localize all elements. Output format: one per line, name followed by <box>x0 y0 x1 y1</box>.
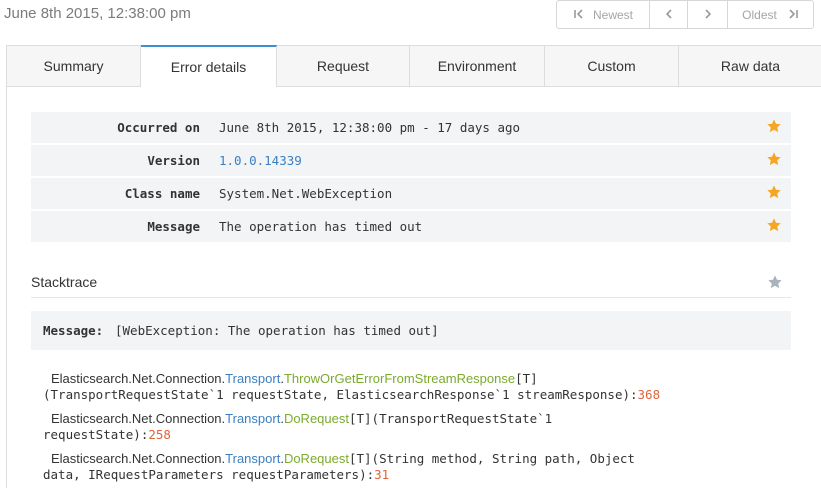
top-bar: June 8th 2015, 12:38:00 pm Newest Oldest <box>0 0 821 44</box>
detail-value: System.Net.WebException <box>219 186 393 201</box>
frame-method: DoRequest <box>283 411 349 426</box>
detail-row-class-name: Class name System.Net.WebException <box>31 178 791 209</box>
stacktrace-message: Message: [WebException: The operation ha… <box>31 311 791 350</box>
star-icon[interactable] <box>766 118 782 134</box>
star-icon[interactable] <box>767 274 783 290</box>
chevron-right-icon <box>702 7 714 23</box>
detail-label: Class name <box>124 186 200 201</box>
stacktrace-title: Stacktrace <box>31 274 98 290</box>
frame-namespace: Elasticsearch.Net.Connection. <box>51 371 226 386</box>
frame-generic: [T](String method, String path, Object <box>348 451 635 466</box>
oldest-button[interactable]: Oldest <box>728 1 813 28</box>
stack-frame: Elasticsearch.Net.Connection.Transport.T… <box>43 371 783 403</box>
frame-class: Transport <box>225 411 281 426</box>
chevron-left-icon <box>663 7 675 23</box>
pager: Newest Oldest <box>556 0 814 29</box>
frame-generic: [T](TransportRequestState`1 <box>348 411 553 426</box>
frame-namespace: Elasticsearch.Net.Connection. <box>51 451 226 466</box>
tab-custom[interactable]: Custom <box>545 46 679 86</box>
tab-error-details[interactable]: Error details <box>141 45 277 87</box>
frame-namespace: Elasticsearch.Net.Connection. <box>51 411 226 426</box>
frame-line-number: 258 <box>148 427 171 442</box>
event-date: June 8th 2015, 12:38:00 pm <box>4 5 191 22</box>
detail-label: Version <box>147 153 200 168</box>
detail-value: The operation has timed out <box>219 219 423 234</box>
tab-summary[interactable]: Summary <box>7 46 141 86</box>
next-button[interactable] <box>688 1 728 28</box>
newest-button[interactable]: Newest <box>557 1 650 28</box>
tab-bar: Summary Error details Request Environmen… <box>7 45 821 87</box>
frame-args: requestState): <box>43 427 149 442</box>
stacktrace-header: Stacktrace <box>31 270 791 298</box>
frame-line-number: 368 <box>637 387 661 402</box>
stack-frame: Elasticsearch.Net.Connection.Transport.D… <box>43 411 783 443</box>
detail-label: Message <box>147 219 200 234</box>
frame-args: data, IRequestParameters requestParamete… <box>43 467 375 482</box>
frame-generic: [T] <box>515 371 538 386</box>
frame-class: Transport <box>225 451 281 466</box>
message-value: [WebException: The operation has timed o… <box>115 323 439 338</box>
frame-method: DoRequest <box>283 451 349 466</box>
newest-label: Newest <box>592 7 633 22</box>
message-label: Message: <box>43 323 104 338</box>
details-table: Occurred on June 8th 2015, 12:38:00 pm -… <box>31 112 791 244</box>
stack-frame: Elasticsearch.Net.Connection.Transport.D… <box>43 451 783 483</box>
detail-label: Occurred on <box>117 120 200 135</box>
tab-raw-data[interactable]: Raw data <box>679 46 821 86</box>
previous-button[interactable] <box>650 1 688 28</box>
detail-row-message: Message The operation has timed out <box>31 211 791 242</box>
detail-value: June 8th 2015, 12:38:00 pm - 17 days ago <box>219 120 521 135</box>
version-link[interactable]: 1.0.0.14339 <box>219 153 302 168</box>
frame-method: ThrowOrGetErrorFromStreamResponse <box>283 371 516 386</box>
tab-request[interactable]: Request <box>277 46 410 86</box>
last-page-icon <box>787 7 799 23</box>
stack-frames: Elasticsearch.Net.Connection.Transport.T… <box>43 371 783 488</box>
detail-row-version: Version 1.0.0.14339 <box>31 145 791 176</box>
star-icon[interactable] <box>766 217 782 233</box>
error-panel: Summary Error details Request Environmen… <box>6 45 821 488</box>
frame-args: (TransportRequestState`1 requestState, E… <box>43 387 638 402</box>
oldest-label: Oldest <box>742 7 777 22</box>
star-icon[interactable] <box>766 151 782 167</box>
star-icon[interactable] <box>766 184 782 200</box>
frame-line-number: 31 <box>374 467 390 482</box>
first-page-icon <box>573 7 585 23</box>
tab-environment[interactable]: Environment <box>410 46 545 86</box>
detail-row-occurred-on: Occurred on June 8th 2015, 12:38:00 pm -… <box>31 112 791 143</box>
frame-class: Transport <box>225 371 281 386</box>
